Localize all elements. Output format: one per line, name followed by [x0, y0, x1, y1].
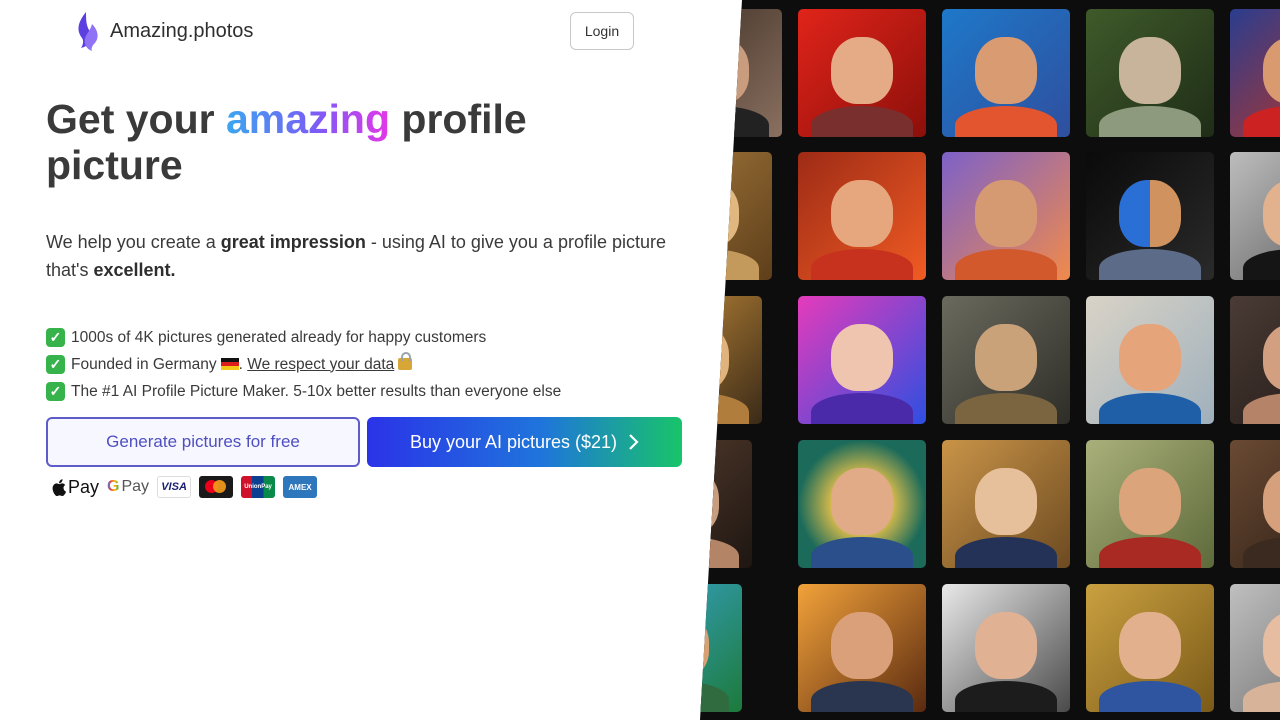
- feature-text: 1000s of 4K pictures generated already f…: [71, 328, 487, 346]
- feature-item: ✓ The #1 AI Profile Picture Maker. 5-10x…: [46, 378, 686, 405]
- hero-subtitle: We help you create a great impression - …: [46, 228, 666, 284]
- feature-item: ✓ 1000s of 4K pictures generated already…: [46, 324, 686, 351]
- founded-text: Founded in Germany: [71, 355, 217, 373]
- portrait-image: [700, 440, 752, 568]
- logo-flame-icon: [78, 12, 98, 51]
- portrait-image: [700, 9, 782, 137]
- brand-logo[interactable]: Amazing.photos: [74, 10, 253, 52]
- portrait-image: [798, 9, 926, 137]
- portrait-image: [942, 584, 1070, 712]
- lock-icon: [398, 352, 413, 371]
- portrait-image: [1230, 152, 1280, 280]
- check-icon: ✓: [46, 382, 65, 401]
- portrait-image: [1086, 584, 1214, 712]
- feature-text: The #1 AI Profile Picture Maker. 5-10x b…: [71, 382, 562, 400]
- apple-icon: [52, 478, 66, 496]
- feature-text: Founded in Germany. We respect your data: [71, 352, 413, 374]
- portrait-image: [942, 9, 1070, 137]
- check-icon: ✓: [46, 328, 65, 347]
- portrait-image: [798, 584, 926, 712]
- feature-list: ✓ 1000s of 4K pictures generated already…: [46, 324, 686, 405]
- portrait-image: [1230, 296, 1280, 424]
- portrait-image: [1230, 440, 1280, 568]
- amex-icon: AMEX: [283, 476, 318, 498]
- portrait-image: [798, 152, 926, 280]
- payment-methods: Pay G Pay VISA UnionPay AMEX: [52, 476, 318, 498]
- title-start: Get your: [46, 96, 226, 142]
- sub-bold-1: great impression: [220, 232, 366, 252]
- portrait-image: [1086, 440, 1214, 568]
- portrait-image: [700, 152, 772, 280]
- unionpay-icon: UnionPay: [241, 476, 276, 498]
- portrait-image: [798, 440, 926, 568]
- portrait-image: [798, 296, 926, 424]
- feature-item: ✓ Founded in Germany. We respect your da…: [46, 351, 686, 378]
- google-pay-text: Pay: [121, 478, 150, 495]
- portrait-image: [700, 584, 742, 712]
- chevron-right-icon: [629, 434, 639, 450]
- portrait-image: [1086, 9, 1214, 137]
- buy-pictures-button[interactable]: Buy your AI pictures ($21): [367, 417, 682, 467]
- portrait-image: [1230, 584, 1280, 712]
- mastercard-icon: [199, 476, 234, 498]
- brand-name: Amazing.photos: [110, 19, 254, 42]
- google-pay-badge: G Pay: [107, 478, 149, 496]
- portrait-image: [700, 296, 762, 424]
- generate-free-button[interactable]: Generate pictures for free: [46, 417, 360, 467]
- portrait-image: [1086, 152, 1214, 280]
- buy-label: Buy your AI pictures ($21): [409, 431, 618, 452]
- google-g-icon: G: [107, 478, 120, 495]
- visa-icon: VISA: [157, 476, 192, 498]
- portrait-gallery: [700, 0, 1280, 720]
- sub-bold-2: excellent.: [93, 260, 176, 280]
- portrait-image: [942, 296, 1070, 424]
- separator: .: [238, 355, 243, 373]
- portrait-image: [942, 440, 1070, 568]
- title-highlight: amazing: [225, 96, 391, 142]
- sub-part-1: We help you create a: [46, 232, 221, 252]
- portrait-image: [942, 152, 1070, 280]
- portrait-image: [1230, 9, 1280, 137]
- check-icon: ✓: [46, 355, 65, 374]
- apple-pay-text: Pay: [68, 476, 100, 497]
- apple-pay-badge: Pay: [52, 477, 99, 498]
- page-title: Get your amazing profile picture: [46, 96, 666, 188]
- germany-flag-icon: [220, 358, 239, 371]
- privacy-link[interactable]: We respect your data: [247, 356, 394, 373]
- login-button[interactable]: Login: [570, 12, 634, 50]
- portrait-image: [1086, 296, 1214, 424]
